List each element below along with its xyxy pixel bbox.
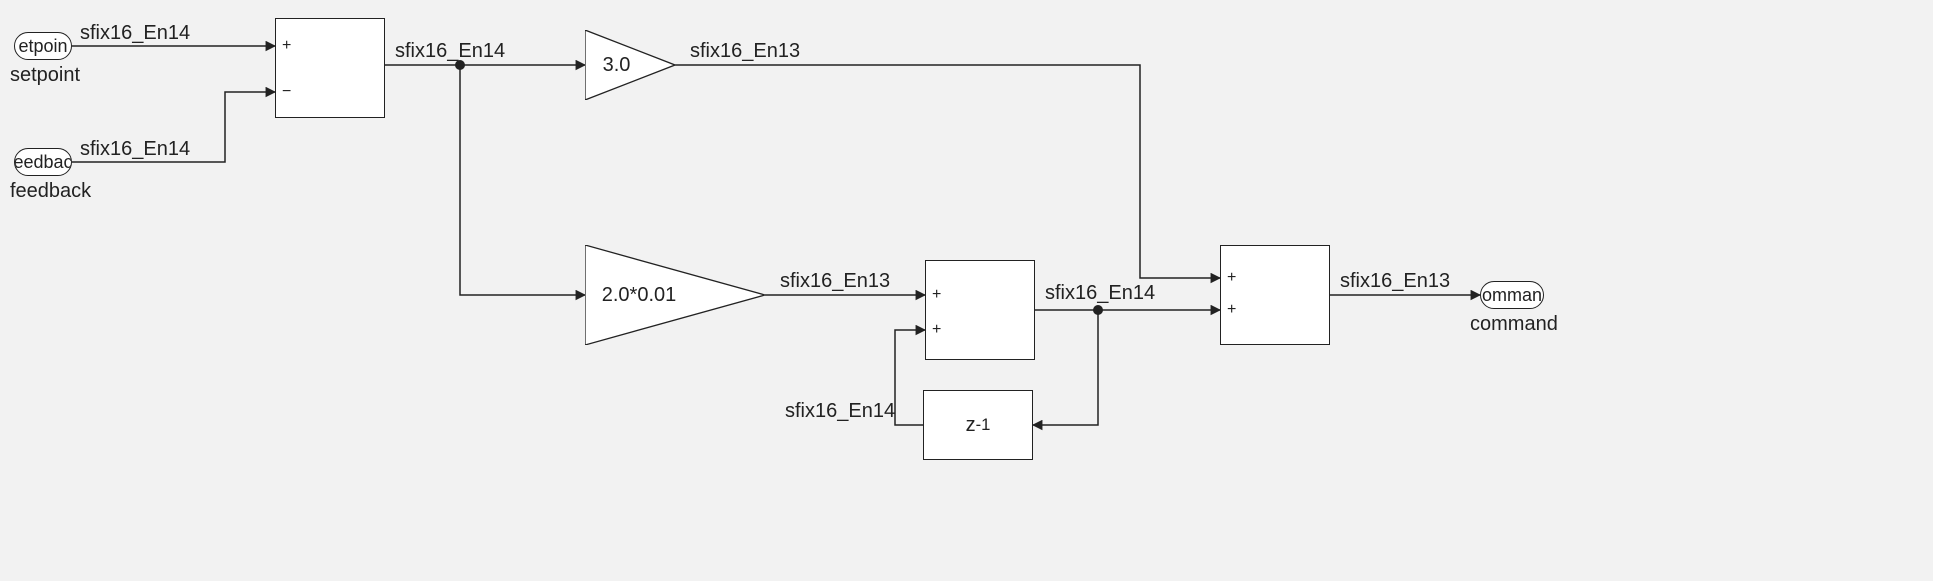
sum-integ-sign1: + [932,286,941,304]
sum-error-sign1: + [282,37,291,55]
sum-error-sign2: − [282,83,291,101]
signal-label-gainp-out: sfix16_En13 [690,40,800,63]
inport-setpoint[interactable]: etpoin [14,32,72,60]
sum-block-integrator[interactable]: + + [925,260,1035,360]
inport-feedback-text: eedbac [14,152,72,173]
signal-label-integ-out: sfix16_En14 [1045,282,1155,305]
signal-label-setpoint: sfix16_En14 [80,22,190,45]
signal-label-error: sfix16_En14 [395,40,505,63]
inport-feedback-label: feedback [10,180,91,203]
signal-label-gaini-out: sfix16_En13 [780,270,890,293]
outport-command-text: omman [1482,285,1542,306]
unit-delay-block[interactable]: z-1 [923,390,1033,460]
sum-block-error[interactable]: + − [275,18,385,118]
gain-block-i[interactable]: 2.0*0.01 [585,245,765,345]
inport-setpoint-label: setpoint [10,64,80,87]
sum-block-output[interactable]: + + [1220,245,1330,345]
outport-command-label: command [1470,313,1558,336]
gain-i-value: 2.0*0.01 [585,245,693,345]
sum-integ-sign2: + [932,321,941,339]
sum-out-sign1: + [1227,269,1236,287]
unit-delay-label: z-1 [924,391,1032,459]
inport-feedback[interactable]: eedbac [14,148,72,176]
signal-label-delay: sfix16_En14 [785,400,895,423]
inport-setpoint-text: etpoin [18,36,67,57]
outport-command[interactable]: omman [1480,281,1544,309]
sum-out-sign2: + [1227,301,1236,319]
gain-p-value: 3.0 [585,30,648,100]
signal-label-feedback: sfix16_En14 [80,138,190,161]
gain-block-p[interactable]: 3.0 [585,30,675,100]
signal-label-command: sfix16_En13 [1340,270,1450,293]
